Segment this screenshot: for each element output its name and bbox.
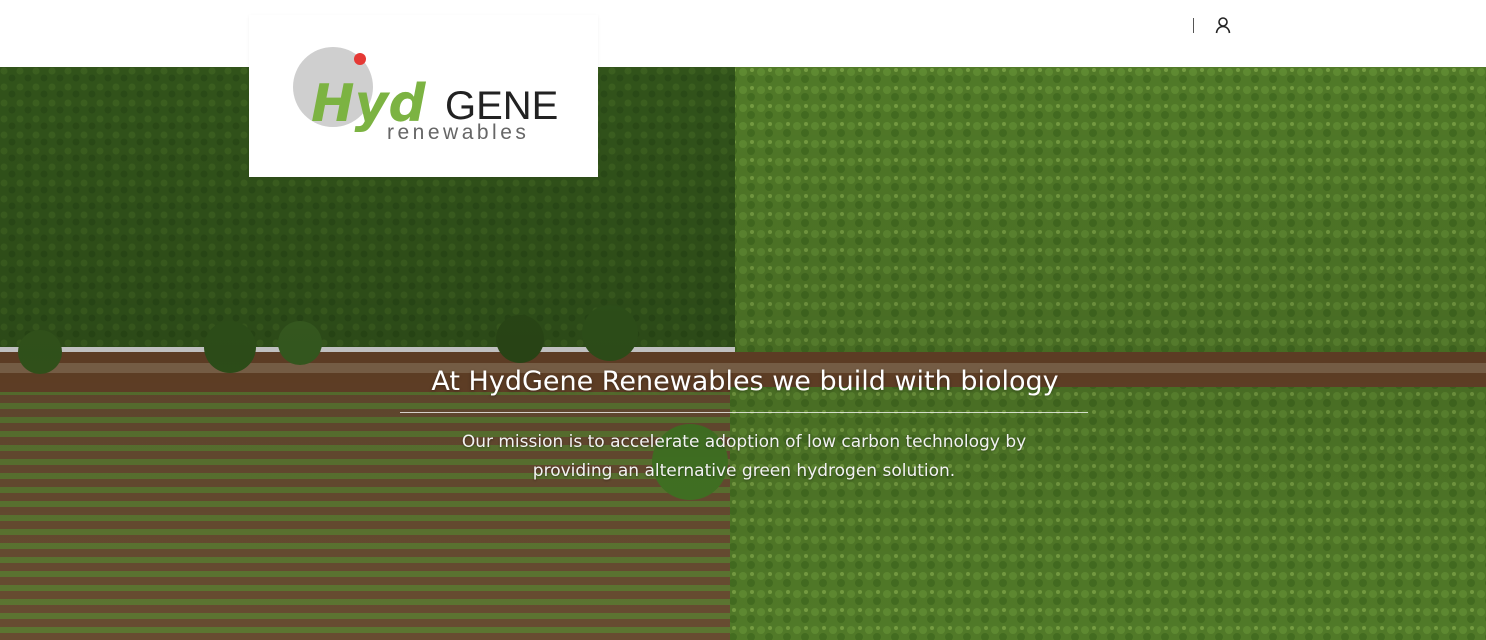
hero-subtitle: Our mission is to accelerate adoption of… — [380, 428, 1108, 486]
hero-banner — [0, 67, 1486, 640]
site-header — [0, 0, 1486, 67]
header-divider — [1193, 18, 1194, 33]
user-icon[interactable] — [1213, 15, 1233, 35]
logo-red-dot — [354, 53, 366, 65]
hero-subtitle-line1: Our mission is to accelerate adoption of… — [461, 432, 1027, 452]
logo-renewables-text: renewables — [387, 121, 529, 144]
farm-fields-background — [0, 67, 1486, 640]
brand-logo[interactable]: Hyd GENE renewables — [249, 15, 598, 177]
hero-subtitle-line2: providing an alternative green hydrogen … — [532, 461, 956, 481]
hero-divider — [400, 412, 1088, 413]
hero-title: At HydGene Renewables we build with biol… — [431, 366, 1059, 397]
